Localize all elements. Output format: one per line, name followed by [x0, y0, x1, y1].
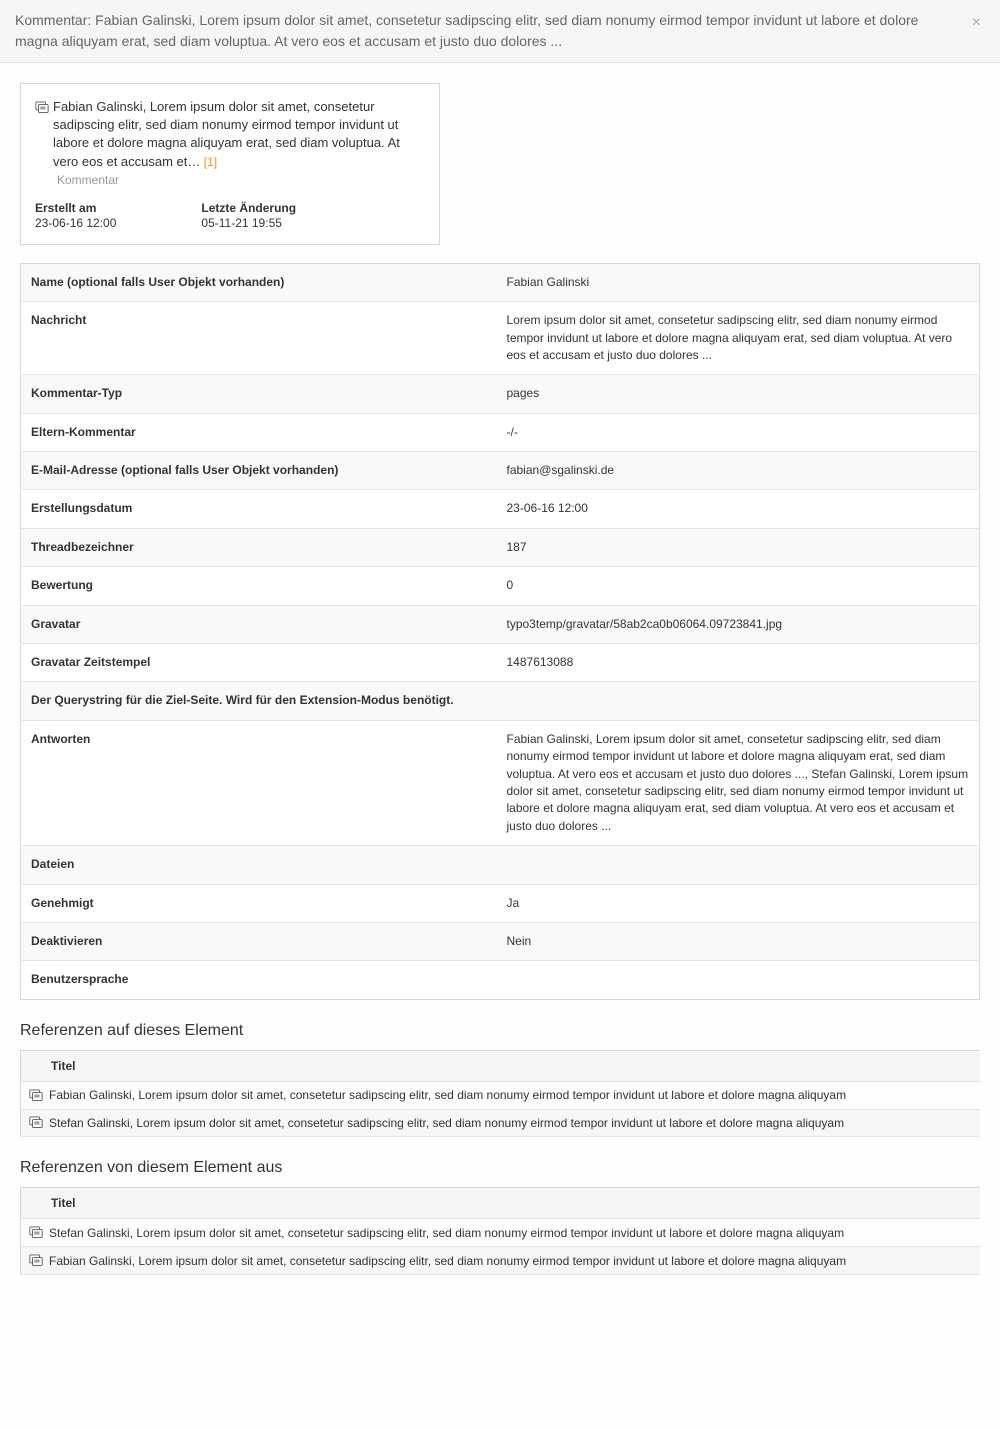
refs-from-heading: Referenzen von diesem Element aus: [20, 1159, 980, 1177]
comment-icon: [29, 1225, 43, 1240]
ref-row[interactable]: Fabian Galinski, Lorem ipsum dolor sit a…: [21, 1247, 981, 1275]
property-row: Threadbezeichner187: [21, 528, 980, 566]
property-row: Benutzersprache: [21, 961, 980, 999]
comment-icon: [29, 1253, 43, 1268]
ref-title: Stefan Galinski, Lorem ipsum dolor sit a…: [49, 1116, 844, 1130]
property-row: DeaktivierenNein: [21, 922, 980, 960]
property-label: Erstellungsdatum: [21, 490, 497, 528]
property-row: Erstellungsdatum23-06-16 12:00: [21, 490, 980, 528]
property-label: Nachricht: [21, 302, 497, 375]
created-block: Erstellt am 23-06-16 12:00: [35, 201, 116, 230]
refs-to-table: Titel Fabian Galinski, Lorem ipsum dolor…: [20, 1050, 980, 1138]
property-row: AntwortenFabian Galinski, Lorem ipsum do…: [21, 720, 980, 845]
property-row: NachrichtLorem ipsum dolor sit amet, con…: [21, 302, 980, 375]
property-label: Eltern-Kommentar: [21, 413, 497, 451]
property-value: Nein: [497, 922, 980, 960]
property-row: E-Mail-Adresse (optional falls User Obje…: [21, 452, 980, 490]
summary-link[interactable]: [1]: [200, 155, 217, 169]
property-row: Dateien: [21, 846, 980, 884]
summary-type: Kommentar: [57, 173, 425, 187]
property-label: Deaktivieren: [21, 922, 497, 960]
property-label: Genehmigt: [21, 884, 497, 922]
refs-from-col-title: Titel: [21, 1188, 981, 1219]
property-label: Threadbezeichner: [21, 528, 497, 566]
modified-label: Letzte Änderung: [201, 201, 296, 215]
property-label: Gravatar Zeitstempel: [21, 644, 497, 682]
property-label: Name (optional falls User Objekt vorhand…: [21, 263, 497, 301]
refs-from-scroll[interactable]: Titel Stefan Galinski, Lorem ipsum dolor…: [20, 1187, 980, 1275]
property-value: Fabian Galinski: [497, 263, 980, 301]
property-value: 0: [497, 567, 980, 605]
refs-to-heading: Referenzen auf dieses Element: [20, 1022, 980, 1040]
ref-title: Stefan Galinski, Lorem ipsum dolor sit a…: [49, 1226, 844, 1240]
summary-text: Fabian Galinski, Lorem ipsum dolor sit a…: [53, 99, 400, 169]
ref-row[interactable]: Fabian Galinski, Lorem ipsum dolor sit a…: [21, 1081, 981, 1109]
property-row: Der Querystring für die Ziel-Seite. Wird…: [21, 682, 980, 720]
comment-icon: [29, 1116, 43, 1131]
property-row: Eltern-Kommentar-/-: [21, 413, 980, 451]
ref-row[interactable]: Stefan Galinski, Lorem ipsum dolor sit a…: [21, 1219, 981, 1247]
modified-block: Letzte Änderung 05-11-21 19:55: [201, 201, 296, 230]
refs-to-col-title: Titel: [21, 1050, 981, 1081]
created-label: Erstellt am: [35, 201, 116, 215]
property-value: Fabian Galinski, Lorem ipsum dolor sit a…: [497, 720, 980, 845]
comment-icon: [29, 1088, 43, 1103]
property-label: E-Mail-Adresse (optional falls User Obje…: [21, 452, 497, 490]
property-value: pages: [497, 375, 980, 413]
property-row: GenehmigtJa: [21, 884, 980, 922]
property-row: Bewertung0: [21, 567, 980, 605]
property-label: Dateien: [21, 846, 980, 884]
close-button[interactable]: ×: [968, 10, 985, 36]
property-label: Gravatar: [21, 605, 497, 643]
property-value: 187: [497, 528, 980, 566]
comment-icon: [35, 100, 49, 115]
property-value: 1487613088: [497, 644, 980, 682]
property-label: Benutzersprache: [21, 961, 980, 999]
refs-from-table: Titel Stefan Galinski, Lorem ipsum dolor…: [20, 1187, 980, 1275]
refs-to-scroll[interactable]: Titel Fabian Galinski, Lorem ipsum dolor…: [20, 1050, 980, 1138]
ref-row[interactable]: Stefan Galinski, Lorem ipsum dolor sit a…: [21, 1109, 981, 1137]
created-value: 23-06-16 12:00: [35, 216, 116, 230]
summary-card: Fabian Galinski, Lorem ipsum dolor sit a…: [20, 83, 440, 245]
dialog-title: Kommentar: Fabian Galinski, Lorem ipsum …: [15, 10, 925, 52]
property-label: Bewertung: [21, 567, 497, 605]
property-value: -/-: [497, 413, 980, 451]
property-row: Name (optional falls User Objekt vorhand…: [21, 263, 980, 301]
property-value: fabian@sgalinski.de: [497, 452, 980, 490]
property-label: Kommentar-Typ: [21, 375, 497, 413]
property-label: Antworten: [21, 720, 497, 845]
property-row: Gravatar Zeitstempel1487613088: [21, 644, 980, 682]
dialog-content: Fabian Galinski, Lorem ipsum dolor sit a…: [0, 63, 1000, 1317]
dialog-header: Kommentar: Fabian Galinski, Lorem ipsum …: [0, 0, 1000, 63]
property-row: Kommentar-Typpages: [21, 375, 980, 413]
property-value: 23-06-16 12:00: [497, 490, 980, 528]
property-value: Lorem ipsum dolor sit amet, consetetur s…: [497, 302, 980, 375]
modified-value: 05-11-21 19:55: [201, 216, 282, 230]
properties-table: Name (optional falls User Objekt vorhand…: [20, 263, 980, 1000]
ref-title: Fabian Galinski, Lorem ipsum dolor sit a…: [49, 1088, 846, 1102]
ref-title: Fabian Galinski, Lorem ipsum dolor sit a…: [49, 1254, 846, 1268]
property-label: Der Querystring für die Ziel-Seite. Wird…: [21, 682, 980, 720]
property-value: Ja: [497, 884, 980, 922]
property-value: typo3temp/gravatar/58ab2ca0b06064.097238…: [497, 605, 980, 643]
property-row: Gravatartypo3temp/gravatar/58ab2ca0b0606…: [21, 605, 980, 643]
